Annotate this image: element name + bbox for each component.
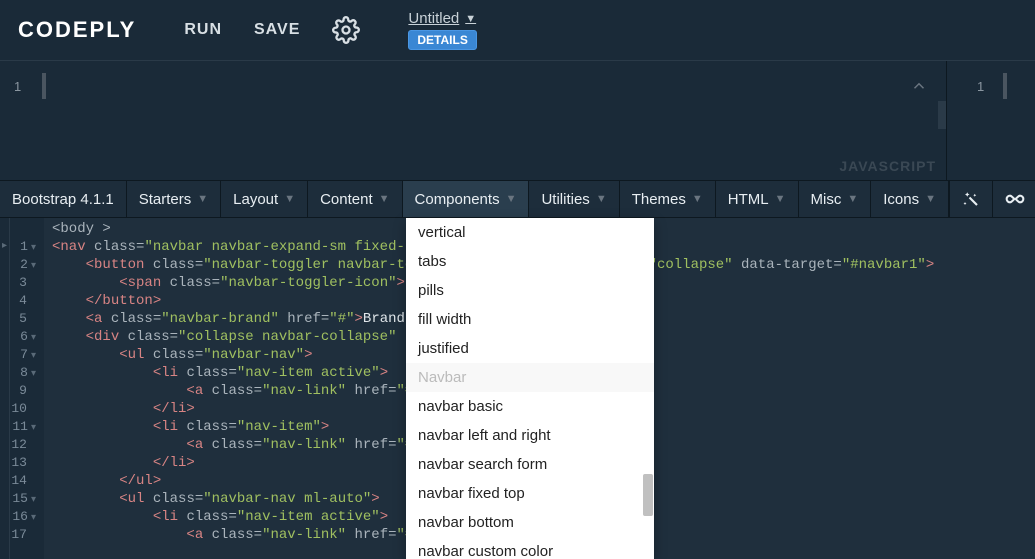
toolbar-item-label: Components — [415, 191, 500, 208]
magic-wand-button[interactable] — [949, 181, 992, 217]
toolbar-item-label: Themes — [632, 191, 686, 208]
line-number-gutter: 1▾2▾3 4 5 6▾7▾8▾9 10 11▾12 13 14 15▾16▾1… — [10, 218, 44, 559]
line-number: 13 — [10, 454, 36, 472]
framework-selector[interactable]: Bootstrap 4.1.1 — [0, 181, 127, 217]
toolbar-item-content[interactable]: Content ▼ — [308, 181, 402, 217]
infinity-button[interactable] — [992, 181, 1035, 217]
toolbar-item-layout[interactable]: Layout ▼ — [221, 181, 308, 217]
line-number: 7▾ — [10, 346, 36, 364]
js-editor-pane[interactable]: 1 — [947, 61, 1035, 180]
scrollbar-thumb[interactable] — [938, 101, 946, 129]
dropdown-scrollbar[interactable] — [643, 474, 653, 516]
dropdown-item[interactable]: navbar fixed top — [406, 479, 654, 508]
chevron-down-icon: ▼ — [775, 193, 786, 205]
line-number: 16▾ — [10, 508, 36, 526]
toolbar-item-label: Misc — [811, 191, 842, 208]
toolbar-item-label: Layout — [233, 191, 278, 208]
chevron-down-icon: ▼ — [379, 193, 390, 205]
dropdown-item[interactable]: fill width — [406, 305, 654, 334]
caret-down-icon: ▼ — [465, 13, 476, 25]
line-number: 9 — [10, 382, 36, 400]
toolbar-item-label: HTML — [728, 191, 769, 208]
details-button[interactable]: DETAILS — [408, 30, 476, 50]
toolbar-item-utilities[interactable]: Utilities ▼ — [529, 181, 619, 217]
chevron-down-icon: ▼ — [506, 193, 517, 205]
framework-label: Bootstrap 4.1.1 — [12, 191, 114, 208]
settings-button[interactable] — [332, 16, 360, 44]
collapse-pane-icon[interactable] — [910, 77, 928, 98]
chevron-down-icon: ▼ — [692, 193, 703, 205]
chevron-down-icon: ▼ — [284, 193, 295, 205]
top-bar: CODEPLY RUN SAVE Untitled ▼ DETAILS — [0, 0, 1035, 60]
document-title[interactable]: Untitled ▼ — [408, 10, 476, 27]
toolbar-item-label: Icons — [883, 191, 919, 208]
save-button[interactable]: SAVE — [254, 21, 300, 39]
line-number: 5 — [10, 310, 36, 328]
line-number: 1 — [14, 79, 21, 94]
dropdown-item[interactable]: tabs — [406, 247, 654, 276]
dropdown-item[interactable]: navbar search form — [406, 450, 654, 479]
line-number: 10 — [10, 400, 36, 418]
run-button[interactable]: RUN — [184, 21, 222, 39]
toolbar-item-components[interactable]: Components ▼ — [403, 181, 530, 217]
line-number: 14 — [10, 472, 36, 490]
javascript-pane-label: JAVASCRIPT — [839, 158, 936, 174]
cursor-line-indicator — [42, 73, 46, 99]
document-title-text: Untitled — [408, 10, 459, 27]
line-number: 4 — [10, 292, 36, 310]
line-number: 3 — [10, 274, 36, 292]
toolbar-item-misc[interactable]: Misc ▼ — [799, 181, 872, 217]
toolbar-item-label: Content — [320, 191, 373, 208]
chevron-down-icon: ▼ — [925, 193, 936, 205]
chevron-down-icon: ▼ — [596, 193, 607, 205]
dropdown-header: Navbar — [406, 363, 654, 392]
upper-editor-row: 1 JAVASCRIPT 1 — [0, 60, 1035, 180]
toolbar-item-label: Utilities — [541, 191, 589, 208]
fold-gutter: ▸ — [0, 218, 10, 559]
line-number: 6▾ — [10, 328, 36, 346]
line-number: 11▾ — [10, 418, 36, 436]
dropdown-item[interactable]: vertical — [406, 218, 654, 247]
css-editor-pane[interactable]: 1 JAVASCRIPT — [0, 61, 947, 180]
logo[interactable]: CODEPLY — [18, 17, 136, 43]
chevron-down-icon: ▼ — [847, 193, 858, 205]
line-number: 1 — [977, 79, 984, 94]
chevron-down-icon: ▼ — [197, 193, 208, 205]
toolbar-item-label: Starters — [139, 191, 192, 208]
line-number: 12 — [10, 436, 36, 454]
dropdown-item[interactable]: navbar left and right — [406, 421, 654, 450]
line-number: 17 — [10, 526, 36, 544]
cursor-line-indicator — [1003, 73, 1007, 99]
line-number: 15▾ — [10, 490, 36, 508]
line-number: 2▾ — [10, 256, 36, 274]
dropdown-item[interactable]: justified — [406, 334, 654, 363]
dropdown-item[interactable]: pills — [406, 276, 654, 305]
dropdown-item[interactable]: navbar bottom — [406, 508, 654, 537]
toolbar-item-starters[interactable]: Starters ▼ — [127, 181, 221, 217]
line-number: 1▾ — [10, 238, 36, 256]
line-number: 8▾ — [10, 364, 36, 382]
framework-toolbar: Bootstrap 4.1.1 Starters ▼ Layout ▼ Content ▼… — [0, 180, 1035, 218]
toolbar-item-themes[interactable]: Themes ▼ — [620, 181, 716, 217]
toolbar-item-html[interactable]: HTML ▼ — [716, 181, 799, 217]
dropdown-item[interactable]: navbar basic — [406, 392, 654, 421]
document-title-block: Untitled ▼ DETAILS — [408, 10, 476, 50]
toolbar-item-icons[interactable]: Icons ▼ — [871, 181, 949, 217]
dropdown-item[interactable]: navbar custom color — [406, 537, 654, 559]
components-dropdown: verticaltabspillsfill widthjustifiedNavb… — [406, 218, 654, 559]
